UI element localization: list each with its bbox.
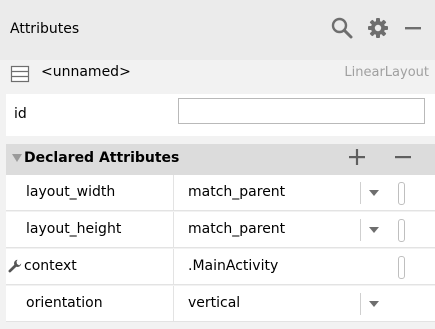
dropdown-arrow-icon[interactable] — [360, 219, 386, 241]
search-icon[interactable] — [330, 16, 354, 40]
attribute-value[interactable]: vertical — [188, 295, 240, 311]
attribute-row-layout-width: layout_width match_parent — [6, 175, 435, 211]
resource-picker-button[interactable] — [398, 256, 405, 279]
component-name: <unnamed> — [41, 64, 131, 80]
dropdown-arrow-icon[interactable] — [360, 293, 386, 315]
attribute-value-cell[interactable]: vertical — [173, 286, 435, 322]
remove-icon[interactable] — [393, 144, 413, 172]
resource-picker-button[interactable] — [398, 219, 405, 242]
attribute-value-cell[interactable]: match_parent — [173, 212, 435, 248]
id-row: id — [6, 94, 435, 136]
attribute-value-cell[interactable]: .MainActivity — [173, 249, 435, 285]
id-input[interactable] — [178, 98, 425, 124]
component-summary-row: <unnamed> LinearLayout — [0, 60, 435, 87]
section-title: Declared Attributes — [24, 150, 180, 166]
attribute-value[interactable]: match_parent — [188, 221, 285, 237]
attribute-row-orientation: orientation vertical — [6, 286, 435, 322]
layout-icon — [10, 64, 30, 84]
attribute-name: layout_width — [26, 184, 116, 200]
attribute-name: orientation — [26, 295, 103, 311]
wrench-icon — [8, 259, 22, 273]
panel-title: Attributes — [10, 21, 80, 37]
attribute-name: context — [24, 258, 77, 274]
component-type: LinearLayout — [344, 65, 429, 80]
add-icon[interactable] — [347, 144, 367, 172]
attribute-value-cell[interactable]: match_parent — [173, 175, 435, 211]
attribute-value[interactable]: .MainActivity — [188, 258, 278, 274]
collapse-triangle-icon[interactable] — [12, 153, 22, 163]
attribute-row-layout-height: layout_height match_parent — [6, 212, 435, 248]
resource-picker-button[interactable] — [398, 182, 405, 205]
gear-icon[interactable] — [366, 16, 390, 40]
minimize-icon[interactable] — [401, 16, 425, 40]
dropdown-arrow-icon[interactable] — [360, 182, 386, 204]
attribute-row-context: context .MainActivity — [6, 249, 435, 285]
id-label: id — [14, 106, 27, 122]
declared-attributes-header[interactable]: Declared Attributes — [6, 144, 435, 175]
attribute-value[interactable]: match_parent — [188, 184, 285, 200]
attributes-panel-header: Attributes — [0, 0, 435, 60]
attribute-name: layout_height — [26, 221, 122, 237]
